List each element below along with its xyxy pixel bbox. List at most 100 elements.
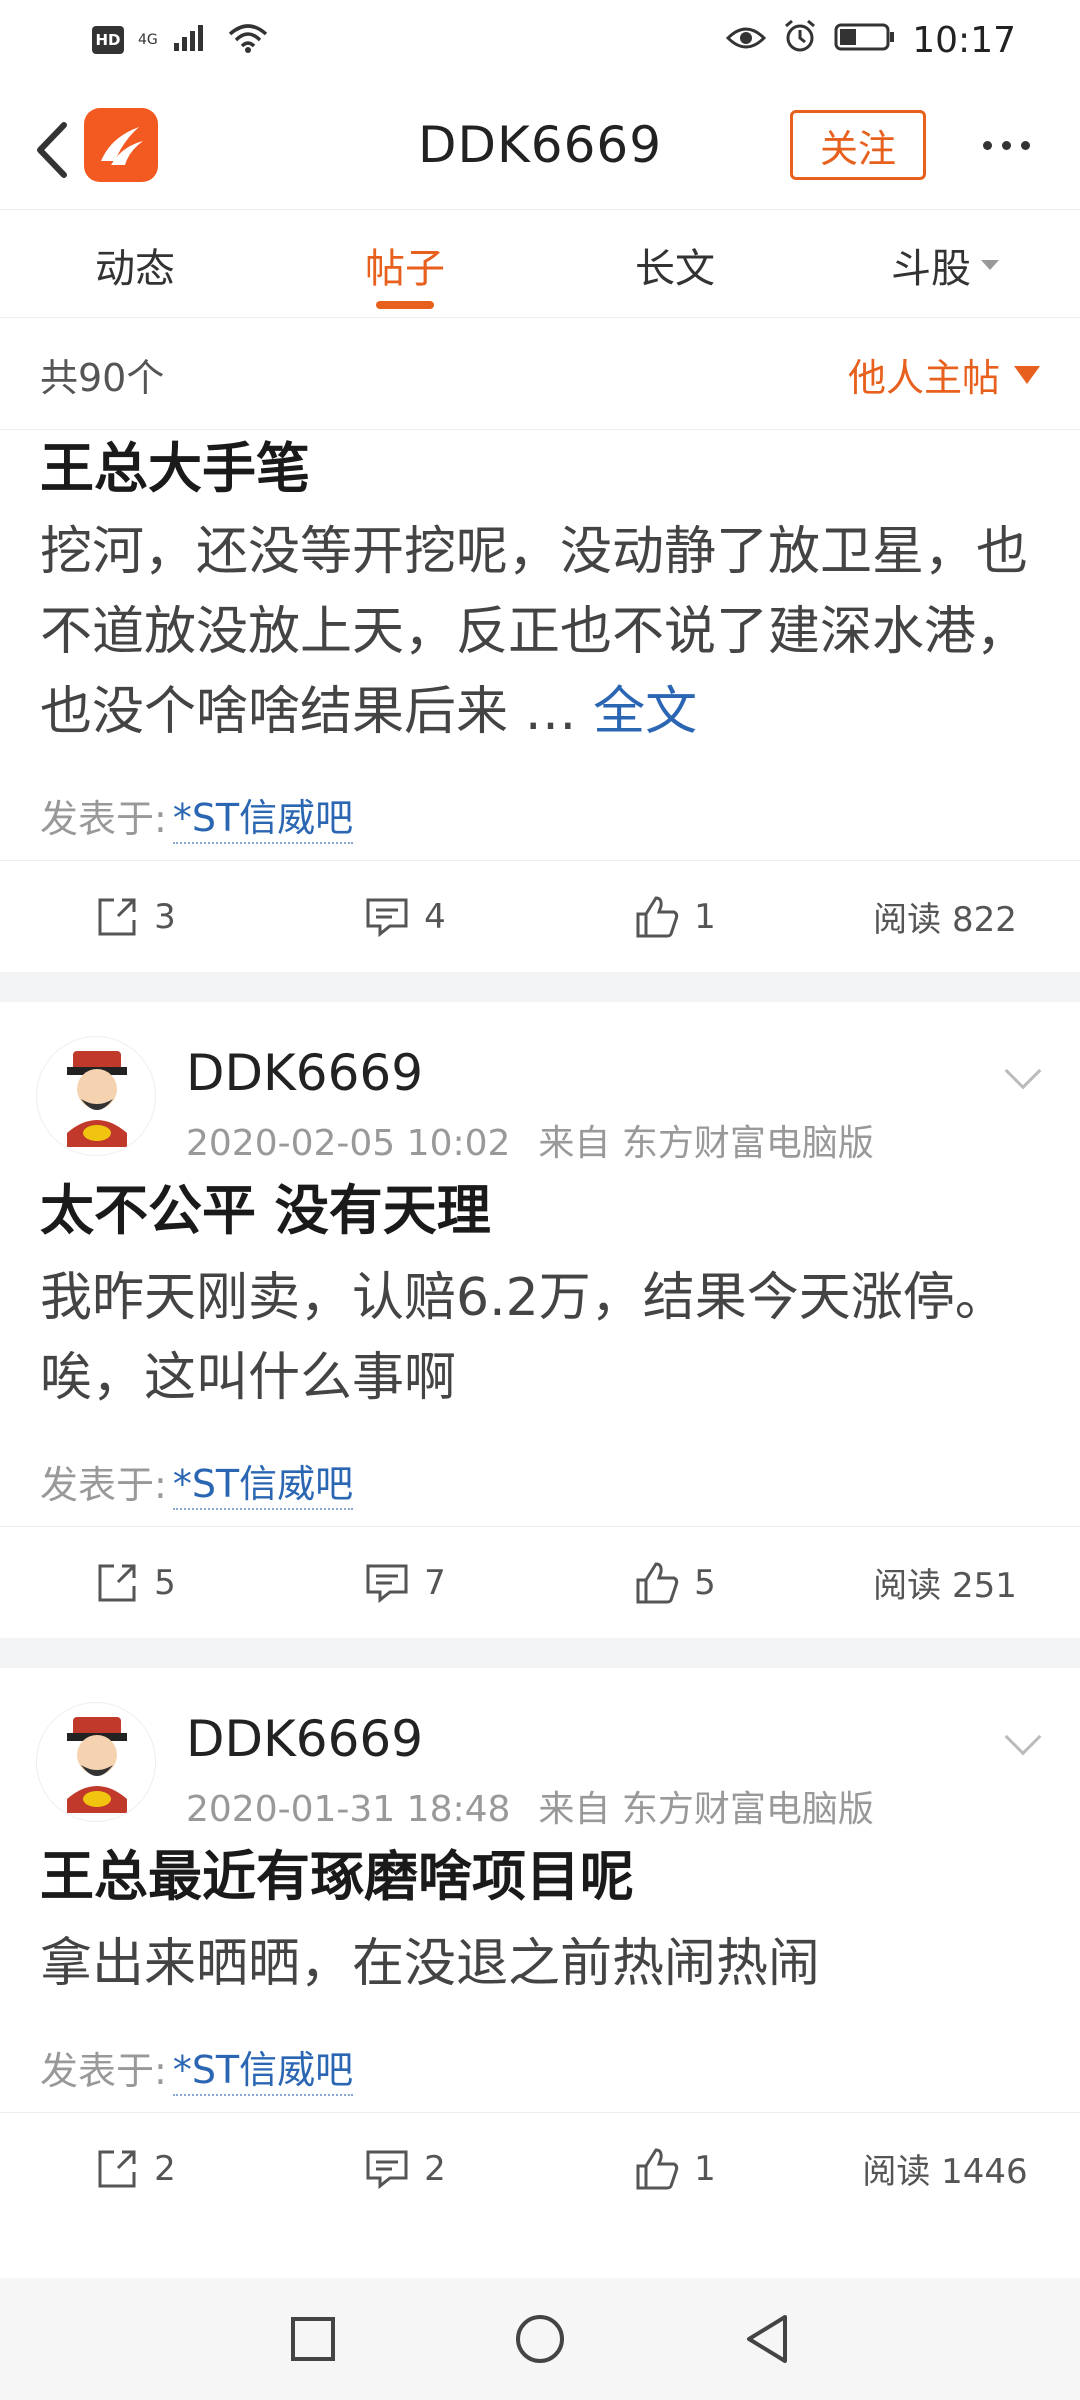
wifi-icon — [226, 22, 270, 58]
post-action-bar: 2 2 1 阅读 1446 — [0, 2112, 1080, 2224]
post-body: 我昨天刚卖，认赔6.2万，结果今天涨停。唉，这叫什么事啊 — [40, 1268, 1007, 1408]
post-card[interactable]: DDK6669 2020-01-31 18:48 来自 东方财富电脑版 王总最近有… — [0, 1668, 1080, 2224]
comment-button[interactable]: 7 — [270, 1560, 540, 1606]
comment-count: 2 — [424, 2148, 446, 2189]
profile-tabs: 动态 帖子 长文 斗股 — [0, 212, 1080, 318]
share-count: 5 — [154, 1562, 176, 1603]
post-meta: 2020-02-05 10:02 来自 东方财富电脑版 — [186, 1114, 874, 1166]
network-type: 4G — [138, 32, 158, 48]
post-time: 2020-02-05 10:02 — [186, 1123, 511, 1164]
post-body: 挖河，还没等开挖呢，没动静了放卫星，也不道放没放上天，反正也不说了建深水港，也没… — [0, 512, 1080, 752]
system-nav-bar — [0, 2278, 1080, 2400]
dropdown-caret-icon — [981, 259, 999, 270]
share-button[interactable]: 2 — [0, 2146, 270, 2192]
post-type-filter[interactable]: 他人主帖 — [848, 347, 1040, 402]
comment-button[interactable]: 4 — [270, 894, 540, 940]
posted-in-label: 发表于: — [40, 2048, 167, 2093]
read-count-text: 阅读 822 — [873, 900, 1017, 940]
like-count: 1 — [694, 896, 716, 937]
post-meta: 2020-01-31 18:48 来自 东方财富电脑版 — [186, 1780, 874, 1832]
total-count: 共90个 — [40, 356, 165, 400]
tab-label: 斗股 — [891, 245, 971, 292]
like-button[interactable]: 5 — [540, 1560, 810, 1606]
posted-in: 发表于: *ST信威吧 — [0, 1436, 1080, 1526]
recent-apps-button[interactable] — [283, 2309, 343, 2369]
post-header: DDK6669 2020-02-05 10:02 来自 东方财富电脑版 — [0, 1002, 1080, 1172]
filter-row: 共90个 他人主帖 — [0, 320, 1080, 430]
tab-stock-battle[interactable]: 斗股 — [810, 212, 1080, 317]
post-feed: 王总大手笔 挖河，还没等开挖呢，没动静了放卫星，也不道放没放上天，反正也不说了建… — [0, 430, 1080, 2224]
chevron-down-icon[interactable] — [1004, 1718, 1042, 1756]
post-action-bar: 3 4 1 阅读 822 — [0, 860, 1080, 972]
posted-in: 发表于: *ST信威吧 — [0, 770, 1080, 860]
forum-link[interactable]: *ST信威吧 — [172, 2039, 354, 2096]
follow-button[interactable]: 关注 — [790, 110, 926, 180]
posted-in-label: 发表于: — [40, 1462, 167, 1507]
hd-indicator: HD — [92, 26, 124, 54]
like-count: 1 — [694, 2148, 716, 2189]
comment-icon — [366, 1564, 408, 1603]
tab-posts[interactable]: 帖子 — [270, 212, 540, 317]
more-dot-icon — [982, 140, 992, 150]
square-icon — [291, 2317, 336, 2361]
like-count: 5 — [694, 1562, 716, 1603]
more-dot-icon — [1020, 140, 1030, 150]
forum-link[interactable]: *ST信威吧 — [172, 787, 354, 844]
thumbs-up-icon — [636, 2147, 679, 2189]
eye-comfort-icon — [726, 20, 767, 61]
tab-dynamics[interactable]: 动态 — [0, 212, 270, 317]
share-icon — [98, 2150, 136, 2187]
post-source: 来自 东方财富电脑版 — [538, 1123, 874, 1164]
top-nav: DDK6669 关注 — [0, 90, 1080, 210]
fortune-god-avatar-icon — [67, 1717, 127, 1813]
share-count: 3 — [154, 896, 176, 937]
post-title: 王总大手笔 — [40, 437, 310, 500]
back-nav-button[interactable] — [737, 2309, 797, 2369]
avatar[interactable] — [36, 1702, 156, 1822]
triangle-down-icon — [1014, 365, 1040, 384]
share-button[interactable]: 3 — [0, 894, 270, 940]
thumbs-up-icon — [636, 1561, 679, 1603]
tab-articles[interactable]: 长文 — [540, 212, 810, 317]
tab-label: 长文 — [635, 245, 715, 292]
clock-time: 10:17 — [912, 19, 1016, 61]
post-time: 2020-01-31 18:48 — [186, 1789, 511, 1830]
share-icon — [98, 1564, 136, 1601]
post-body: 拿出来晒晒，在没退之前热闹热闹 — [40, 1934, 821, 1994]
comment-button[interactable]: 2 — [270, 2146, 540, 2192]
read-count-text: 阅读 1446 — [862, 2152, 1028, 2192]
comment-icon — [366, 2150, 408, 2189]
share-icon — [98, 898, 136, 935]
post-header: DDK6669 2020-01-31 18:48 来自 东方财富电脑版 — [0, 1668, 1080, 1838]
author-name[interactable]: DDK6669 — [186, 1710, 423, 1768]
post-title: 王总最近有琢磨啥项目呢 — [40, 1845, 634, 1908]
home-button[interactable] — [510, 2309, 570, 2369]
share-count: 2 — [154, 2148, 176, 2189]
comment-count: 4 — [424, 896, 446, 937]
full-text-link[interactable]: 全文 — [593, 682, 697, 742]
read-count: 阅读 1446 — [810, 2144, 1080, 2193]
like-button[interactable]: 1 — [540, 2146, 810, 2192]
signal-icon — [172, 23, 212, 57]
comment-icon — [366, 898, 408, 937]
more-options-button[interactable] — [966, 120, 1046, 170]
post-body-text: 挖河，还没等开挖呢，没动静了放卫星，也不道放没放上天，反正也不说了建深水港，也没… — [40, 522, 1029, 742]
read-count: 阅读 251 — [810, 1558, 1080, 1607]
forum-link[interactable]: *ST信威吧 — [172, 1453, 354, 1510]
post-title: 太不公平 没有天理 — [40, 1179, 491, 1242]
post-separator — [0, 972, 1080, 1002]
avatar[interactable] — [36, 1036, 156, 1156]
battery-icon — [834, 20, 896, 61]
chevron-down-icon[interactable] — [1004, 1052, 1042, 1090]
read-count-text: 阅读 251 — [873, 1566, 1017, 1606]
author-name[interactable]: DDK6669 — [186, 1044, 423, 1102]
share-button[interactable]: 5 — [0, 1560, 270, 1606]
post-card[interactable]: DDK6669 2020-02-05 10:02 来自 东方财富电脑版 太不公平 … — [0, 1002, 1080, 1638]
alarm-icon — [782, 18, 818, 63]
post-separator — [0, 1638, 1080, 1668]
thumbs-up-icon — [636, 895, 679, 937]
post-action-bar: 5 7 5 阅读 251 — [0, 1526, 1080, 1638]
like-button[interactable]: 1 — [540, 894, 810, 940]
tab-label: 动态 — [95, 245, 175, 292]
post-card[interactable]: 王总大手笔 挖河，还没等开挖呢，没动静了放卫星，也不道放没放上天，反正也不说了建… — [0, 430, 1080, 972]
